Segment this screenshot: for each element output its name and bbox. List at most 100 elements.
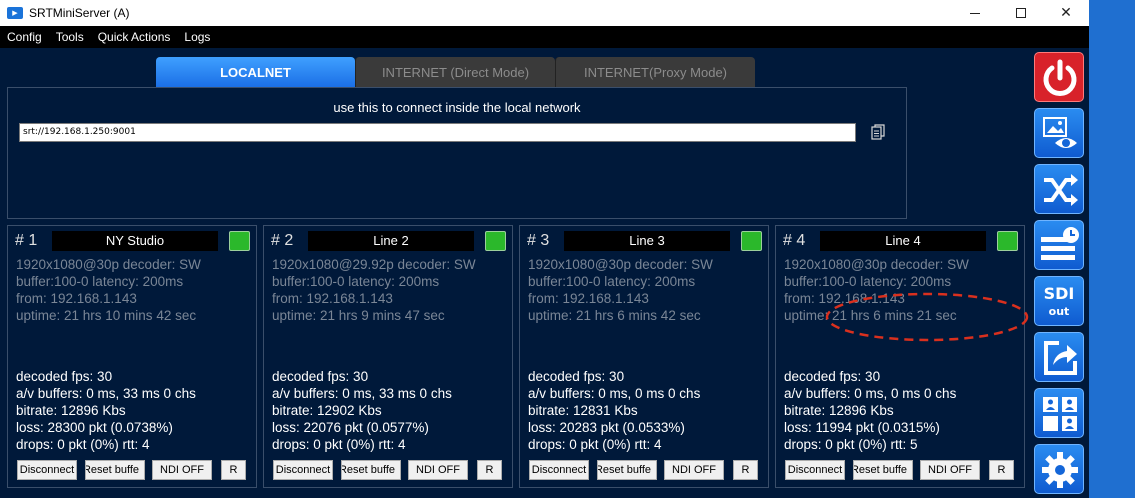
power-icon	[1043, 59, 1077, 96]
channel-name[interactable]: Line 2	[308, 231, 474, 251]
sdi-label: SDI	[1043, 284, 1075, 303]
schedule-icon	[1041, 227, 1079, 260]
disconnect-button[interactable]: Disconnect	[529, 460, 589, 480]
bitrate: bitrate: 12902 Kbs	[272, 403, 382, 418]
preview-button[interactable]	[1034, 108, 1084, 158]
ndi-toggle-button[interactable]: NDI OFF	[152, 460, 212, 480]
av-buffers: a/v buffers: 0 ms, 33 ms 0 chs	[272, 386, 452, 401]
channel-stats: decoded fps: 30 a/v buffers: 0 ms, 33 ms…	[16, 368, 196, 453]
srt-url-field[interactable]: srt://192.168.1.250:9001	[19, 123, 856, 142]
bitrate: bitrate: 12831 Kbs	[528, 403, 638, 418]
preview-icon	[1043, 117, 1077, 148]
drops: drops: 0 pkt (0%) rtt: 4	[272, 437, 406, 452]
r-button[interactable]: R	[477, 460, 502, 480]
reset-buffer-button[interactable]: Reset buffe	[853, 460, 913, 480]
menu-tools[interactable]: Tools	[49, 26, 91, 48]
av-buffers: a/v buffers: 0 ms, 0 ms 0 chs	[528, 386, 701, 401]
loss: loss: 22076 pkt (0.0577%)	[272, 420, 429, 435]
buffer-latency: buffer:100-0 latency: 200ms	[528, 274, 696, 289]
sdi-out-button[interactable]: SDI out	[1034, 276, 1084, 326]
ndi-toggle-button[interactable]: NDI OFF	[664, 460, 724, 480]
disconnect-button[interactable]: Disconnect	[17, 460, 77, 480]
close-button[interactable]: ✕	[1043, 0, 1089, 26]
source-address: from: 192.168.1.143	[272, 291, 393, 306]
channel-name[interactable]: Line 4	[820, 231, 986, 251]
channel-stats: decoded fps: 30 a/v buffers: 0 ms, 0 ms …	[528, 368, 700, 453]
shuffle-icon	[1044, 174, 1078, 206]
close-icon: ✕	[1060, 5, 1072, 21]
channel-card-4: # 4 Line 4 1920x1080@30p decoder: SW buf…	[775, 225, 1025, 488]
title-bar: ▶ SRTMiniServer (A) ✕	[0, 0, 1089, 26]
channel-card-3: # 3 Line 3 1920x1080@30p decoder: SW buf…	[519, 225, 769, 488]
channel-number: # 4	[783, 232, 806, 249]
buffer-latency: buffer:100-0 latency: 200ms	[784, 274, 952, 289]
ndi-toggle-button[interactable]: NDI OFF	[408, 460, 468, 480]
stream-format: 1920x1080@30p decoder: SW	[784, 257, 969, 272]
menu-quick-actions[interactable]: Quick Actions	[91, 26, 178, 48]
reset-buffer-button[interactable]: Reset buffe	[341, 460, 401, 480]
loss: loss: 28300 pkt (0.0738%)	[16, 420, 173, 435]
multiview-button[interactable]	[1034, 388, 1084, 438]
channel-stats: decoded fps: 30 a/v buffers: 0 ms, 0 ms …	[784, 368, 956, 453]
settings-icon	[1042, 452, 1078, 488]
menu-bar: Config Tools Quick Actions Logs	[0, 26, 1089, 48]
app-window: ▶ SRTMiniServer (A) ✕ Config Tools Quick…	[0, 0, 1089, 498]
r-button[interactable]: R	[221, 460, 246, 480]
channel-stats: decoded fps: 30 a/v buffers: 0 ms, 33 ms…	[272, 368, 452, 453]
multiview-icon	[1043, 397, 1077, 431]
channel-name[interactable]: Line 3	[564, 231, 730, 251]
uptime: uptime: 21 hrs 10 mins 42 sec	[16, 308, 197, 323]
reset-buffer-button[interactable]: Reset buffe	[85, 460, 145, 480]
status-indicator	[485, 231, 506, 251]
disconnect-button[interactable]: Disconnect	[273, 460, 333, 480]
minimize-icon	[970, 12, 980, 14]
disconnect-button[interactable]: Disconnect	[785, 460, 845, 480]
srt-app-icon: ▶	[7, 7, 23, 19]
shuffle-button[interactable]	[1034, 164, 1084, 214]
source-address: from: 192.168.1.143	[528, 291, 649, 306]
drops: drops: 0 pkt (0%) rtt: 5	[784, 437, 918, 452]
av-buffers: a/v buffers: 0 ms, 0 ms 0 chs	[784, 386, 957, 401]
channel-info: 1920x1080@29.92p decoder: SW buffer:100-…	[272, 256, 476, 324]
menu-config[interactable]: Config	[0, 26, 49, 48]
buffer-latency: buffer:100-0 latency: 200ms	[16, 274, 184, 289]
connect-hint: use this to connect inside the local net…	[333, 100, 581, 115]
settings-button[interactable]	[1034, 444, 1084, 494]
channel-info: 1920x1080@30p decoder: SW buffer:100-0 l…	[16, 256, 201, 324]
decoded-fps: decoded fps: 30	[784, 369, 881, 384]
tab-internet-proxy[interactable]: INTERNET(Proxy Mode)	[555, 57, 755, 87]
channel-name[interactable]: NY Studio	[52, 231, 218, 251]
power-button[interactable]	[1034, 52, 1084, 102]
copy-icon[interactable]	[871, 124, 885, 140]
buffer-latency: buffer:100-0 latency: 200ms	[272, 274, 440, 289]
minimize-button[interactable]	[952, 0, 998, 26]
schedule-button[interactable]	[1034, 220, 1084, 270]
stream-format: 1920x1080@30p decoder: SW	[16, 257, 201, 272]
reset-buffer-button[interactable]: Reset buffe	[597, 460, 657, 480]
r-button[interactable]: R	[989, 460, 1014, 480]
ndi-toggle-button[interactable]: NDI OFF	[920, 460, 980, 480]
annotation-ellipse	[825, 292, 1029, 342]
maximize-button[interactable]	[998, 0, 1044, 26]
decoded-fps: decoded fps: 30	[16, 369, 113, 384]
menu-logs[interactable]: Logs	[177, 26, 217, 48]
bitrate: bitrate: 12896 Kbs	[784, 403, 894, 418]
source-address: from: 192.168.1.143	[16, 291, 137, 306]
sdi-sub-label: out	[1048, 305, 1070, 318]
channel-info: 1920x1080@30p decoder: SW buffer:100-0 l…	[528, 256, 713, 324]
share-button[interactable]	[1034, 332, 1084, 382]
decoded-fps: decoded fps: 30	[272, 369, 369, 384]
channel-card-1: # 1 NY Studio 1920x1080@30p decoder: SW …	[7, 225, 257, 488]
loss: loss: 11994 pkt (0.0315%)	[784, 420, 940, 435]
share-icon	[1044, 341, 1077, 375]
loss: loss: 20283 pkt (0.0533%)	[528, 420, 685, 435]
status-indicator	[997, 231, 1018, 251]
tab-internet-direct[interactable]: INTERNET (Direct Mode)	[355, 57, 555, 87]
uptime: uptime: 21 hrs 6 mins 42 sec	[528, 308, 701, 323]
drops: drops: 0 pkt (0%) rtt: 4	[16, 437, 150, 452]
drops: drops: 0 pkt (0%) rtt: 4	[528, 437, 662, 452]
tab-localnet[interactable]: LOCALNET	[156, 57, 355, 87]
window-title: SRTMiniServer (A)	[29, 6, 130, 20]
channel-number: # 1	[15, 232, 38, 249]
r-button[interactable]: R	[733, 460, 758, 480]
